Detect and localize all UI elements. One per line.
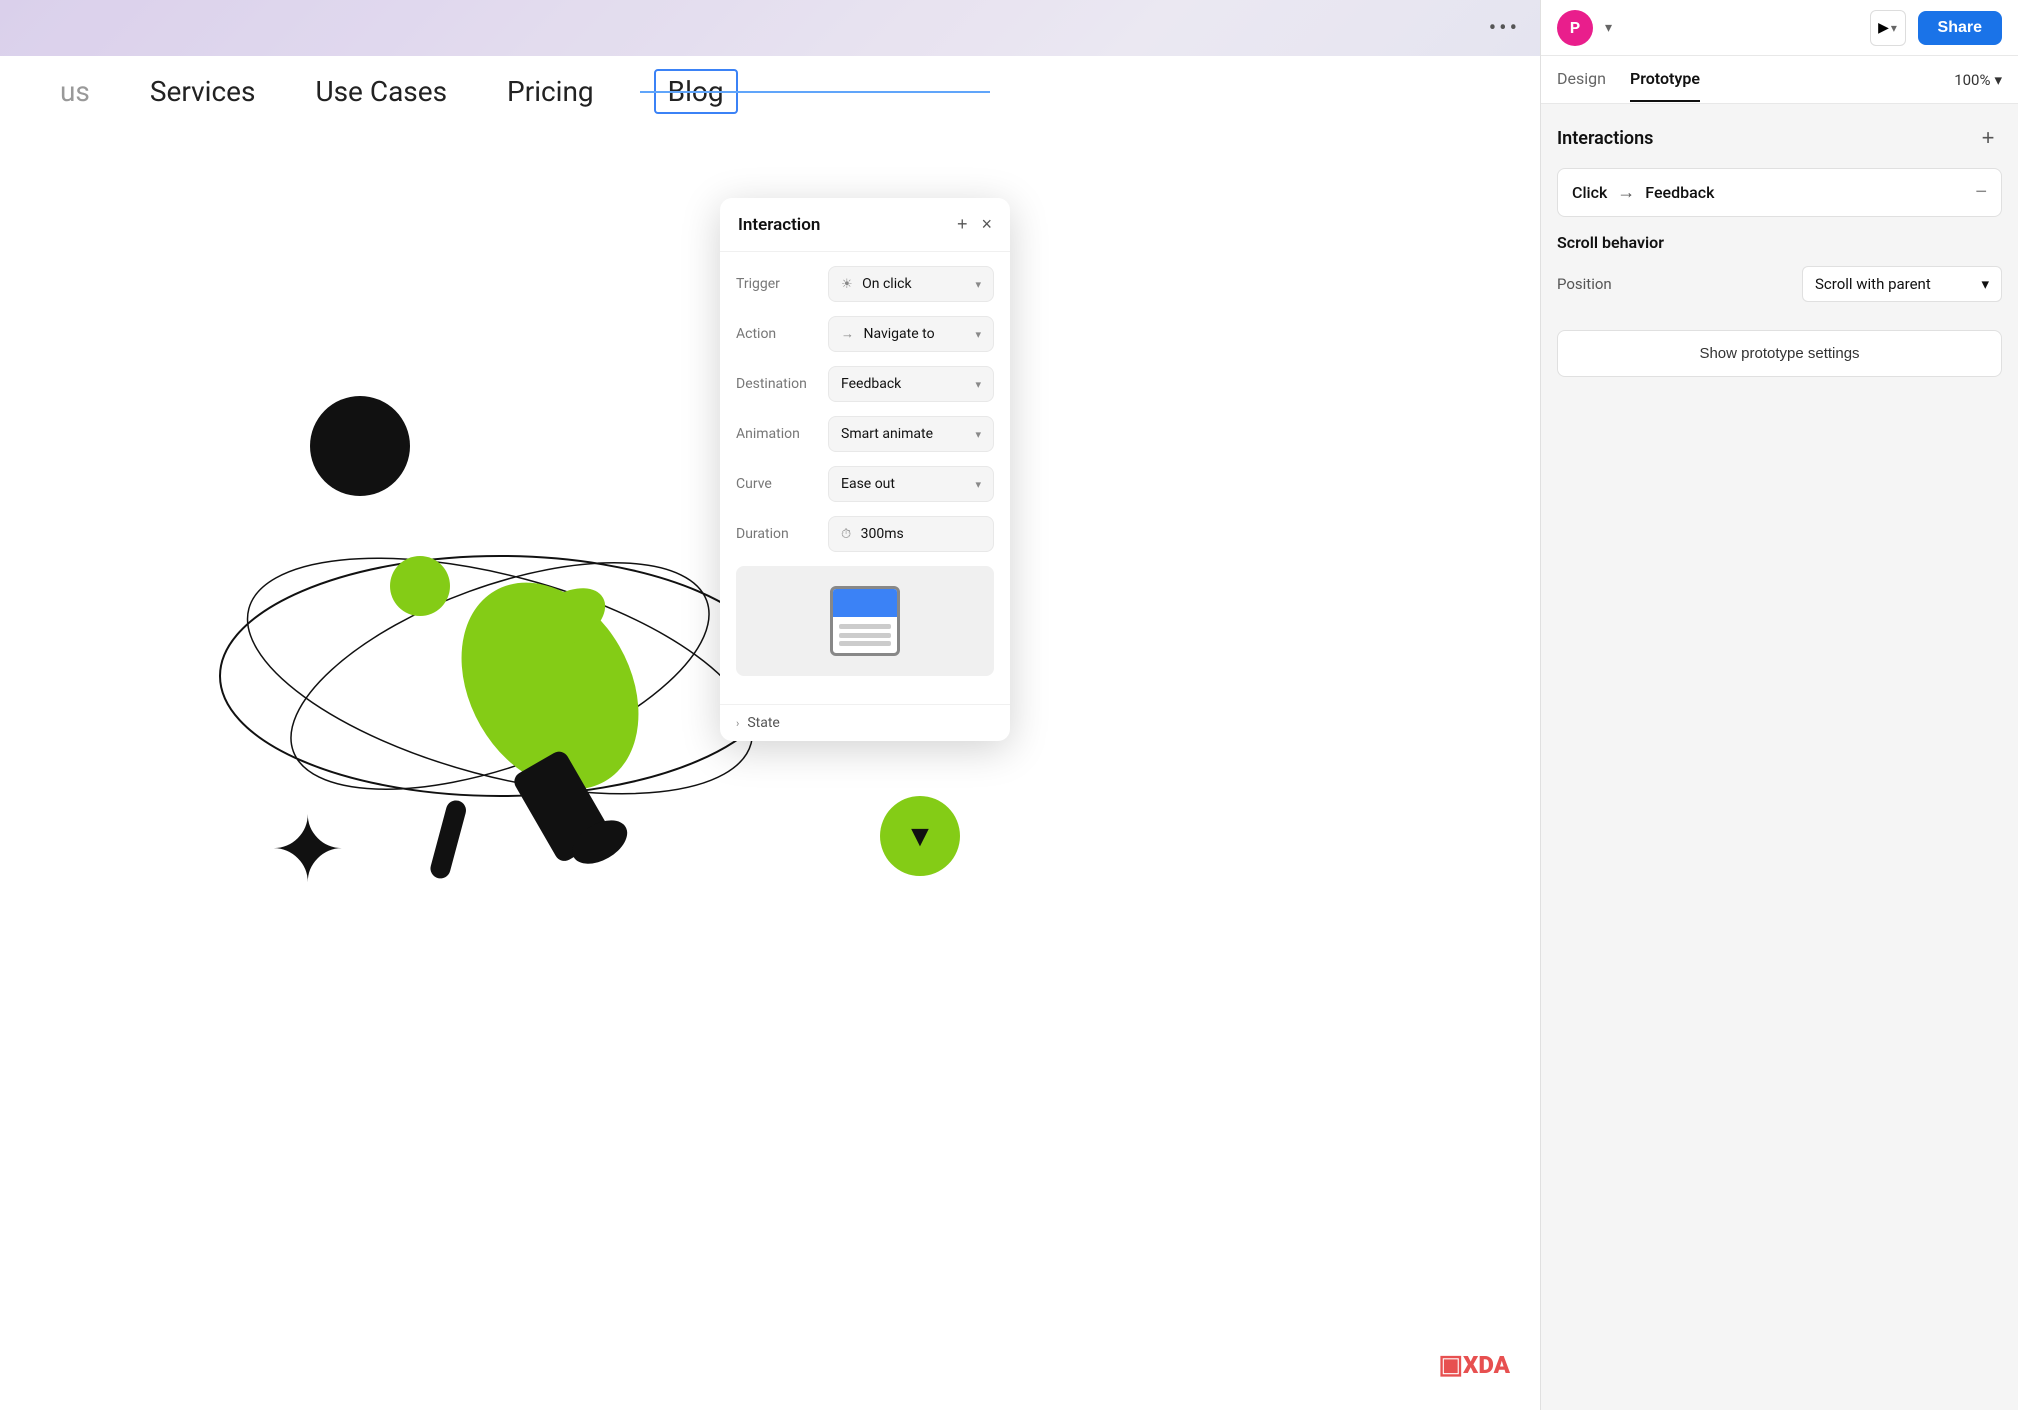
nav-item-usecases: Use Cases xyxy=(315,75,447,108)
arrow-circle: ▼ xyxy=(880,796,960,876)
modal-close-button[interactable]: × xyxy=(981,214,992,235)
play-icon: ▶ xyxy=(1878,20,1889,36)
more-options-icon[interactable]: ••• xyxy=(1489,16,1520,41)
remove-interaction-button[interactable]: − xyxy=(1975,181,1987,204)
curve-select[interactable]: Ease out ▾ xyxy=(828,466,994,502)
animation-label: Animation xyxy=(736,426,818,442)
tab-prototype[interactable]: Prototype xyxy=(1630,57,1700,102)
nav-item-services: Services xyxy=(150,75,256,108)
connector-line xyxy=(640,91,990,93)
avatar: P xyxy=(1557,10,1593,46)
zoom-level[interactable]: 100% ▾ xyxy=(1954,71,2002,89)
state-row[interactable]: › State xyxy=(720,704,1010,741)
preview-lines xyxy=(833,617,897,653)
modal-body: Trigger ☀ On click ▾ Action → Navigate t… xyxy=(720,252,1010,704)
action-chevron-icon: ▾ xyxy=(975,328,981,341)
animation-preview xyxy=(736,566,994,676)
scroll-position-select[interactable]: Scroll with parent ▾ xyxy=(1802,266,2002,302)
interactions-title: Interactions xyxy=(1557,128,1653,149)
pill-trigger: Click xyxy=(1572,183,1607,202)
curve-value: Ease out xyxy=(841,476,895,492)
tab-design[interactable]: Design xyxy=(1557,57,1606,102)
curve-chevron-icon: ▾ xyxy=(975,478,981,491)
action-icon: → xyxy=(841,327,854,342)
animation-value: Smart animate xyxy=(841,426,933,442)
preview-line-2 xyxy=(839,633,891,638)
modal-add-button[interactable]: + xyxy=(957,214,968,235)
animation-chevron-icon: ▾ xyxy=(975,428,981,441)
panel-header: P ▾ ▶ ▾ Share xyxy=(1541,0,2018,56)
modal-curve-row: Curve Ease out ▾ xyxy=(736,466,994,502)
preview-top-bar xyxy=(833,589,897,617)
black-star: ✦ xyxy=(270,806,345,896)
destination-chevron-icon: ▾ xyxy=(975,378,981,391)
modal-trigger-row: Trigger ☀ On click ▾ xyxy=(736,266,994,302)
modal-title: Interaction xyxy=(738,215,820,235)
pill-destination: Feedback xyxy=(1645,183,1714,202)
nav-item-us: us xyxy=(60,75,90,108)
trigger-select[interactable]: ☀ On click ▾ xyxy=(828,266,994,302)
panel-tabs: Design Prototype 100% ▾ xyxy=(1541,56,2018,104)
scroll-position-chevron-icon: ▾ xyxy=(1981,275,1989,293)
modal-header-actions: + × xyxy=(957,214,992,235)
interaction-pill[interactable]: Click → Feedback − xyxy=(1557,168,2002,217)
show-prototype-settings-button[interactable]: Show prototype settings xyxy=(1557,330,2002,377)
duration-label: Duration xyxy=(736,526,818,542)
modal-destination-row: Destination Feedback ▾ xyxy=(736,366,994,402)
action-select[interactable]: → Navigate to ▾ xyxy=(828,316,994,352)
scroll-behavior-section: Scroll behavior Position Scroll with par… xyxy=(1557,233,2002,302)
modal-duration-row: Duration ⏱ 300ms xyxy=(736,516,994,552)
duration-value: 300ms xyxy=(861,526,904,542)
state-label: State xyxy=(747,715,780,731)
play-chevron-icon: ▾ xyxy=(1891,21,1897,35)
animation-preview-icon xyxy=(830,586,900,656)
scroll-position-value: Scroll with parent xyxy=(1815,275,1931,293)
state-chevron-icon: › xyxy=(736,717,739,730)
trigger-value: On click xyxy=(862,276,911,292)
position-label: Position xyxy=(1557,275,1612,293)
trigger-label: Trigger xyxy=(736,276,818,292)
trigger-chevron-icon: ▾ xyxy=(975,278,981,291)
modal-header: Interaction + × xyxy=(720,198,1010,252)
preview-line-1 xyxy=(839,624,891,629)
action-label: Action xyxy=(736,326,818,342)
modal-animation-row: Animation Smart animate ▾ xyxy=(736,416,994,452)
rocket-illustration xyxy=(360,466,740,896)
zoom-chevron-icon: ▾ xyxy=(1994,71,2002,89)
animation-select[interactable]: Smart animate ▾ xyxy=(828,416,994,452)
nav-item-pricing: Pricing xyxy=(507,75,594,108)
destination-value: Feedback xyxy=(841,376,901,392)
trigger-icon: ☀ xyxy=(841,277,853,292)
canvas-top-bar: ••• xyxy=(0,0,1540,56)
interaction-modal: Interaction + × Trigger ☀ On click ▾ Act… xyxy=(720,198,1010,741)
pill-arrow-icon: → xyxy=(1617,182,1635,203)
scroll-behavior-title: Scroll behavior xyxy=(1557,233,2002,252)
destination-select[interactable]: Feedback ▾ xyxy=(828,366,994,402)
curve-label: Curve xyxy=(736,476,818,492)
xda-watermark: ▣XDA xyxy=(1438,1347,1510,1380)
duration-select[interactable]: ⏱ 300ms xyxy=(828,516,994,552)
add-interaction-button[interactable]: + xyxy=(1974,124,2002,152)
preview-line-3 xyxy=(839,641,891,646)
share-button[interactable]: Share xyxy=(1918,11,2002,45)
panel-content: Interactions + Click → Feedback − Scroll… xyxy=(1541,104,2018,1410)
interactions-section-header: Interactions + xyxy=(1557,124,2002,152)
play-button[interactable]: ▶ ▾ xyxy=(1870,10,1906,46)
scroll-position-row: Position Scroll with parent ▾ xyxy=(1557,266,2002,302)
avatar-chevron-icon[interactable]: ▾ xyxy=(1605,20,1612,36)
right-panel: P ▾ ▶ ▾ Share Design Prototype 100% ▾ In… xyxy=(1540,0,2018,1410)
modal-action-row: Action → Navigate to ▾ xyxy=(736,316,994,352)
destination-label: Destination xyxy=(736,376,818,392)
duration-icon: ⏱ xyxy=(841,527,851,542)
action-value: Navigate to xyxy=(863,326,934,342)
